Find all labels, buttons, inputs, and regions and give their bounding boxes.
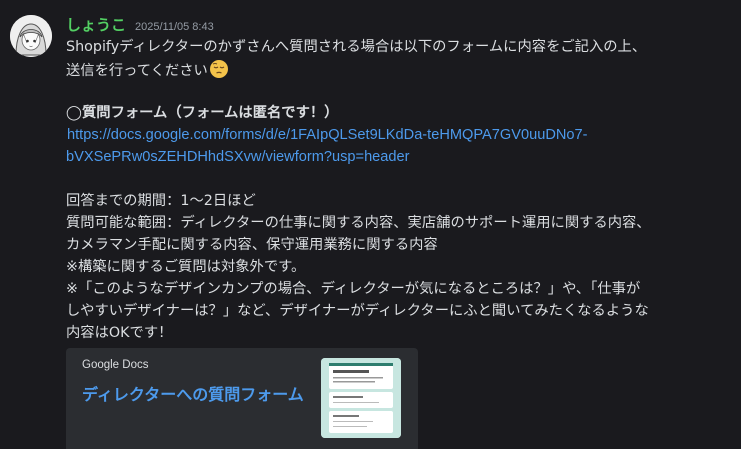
form-heading: ◯質問フォーム（フォームは匿名です！）: [66, 105, 339, 121]
message-line-with-emoji: 送信を行ってください: [66, 59, 229, 81]
google-form-preview-icon: [321, 358, 401, 438]
message-line: しやすいデザイナーは？」など、デザイナーがディレクターにふと聞いてみたくなるよう…: [66, 303, 649, 319]
embed-provider[interactable]: Google Docs: [82, 359, 148, 371]
author-name[interactable]: しょうこ: [66, 14, 126, 35]
embed-title[interactable]: ディレクターへの質問フォーム: [82, 381, 304, 405]
message-line: ※「このようなデザインカンプの場合、ディレクターが気になるところは？」や、「仕事…: [66, 281, 641, 297]
message-line: 質問可能な範囲：ディレクターの仕事に関する内容、実店舗のサポート運用に関する内容…: [66, 215, 651, 231]
pensive-face-emoji-icon: [209, 59, 229, 79]
form-link-line-1[interactable]: https://docs.google.com/forms/d/e/1FAIpQ…: [67, 125, 588, 145]
link-embed: Google Docs ディレクターへの質問フォーム: [66, 348, 418, 449]
message-header: しょうこ 2025/11/05 8:43: [66, 14, 214, 35]
message-line: 送信を行ってください: [66, 63, 208, 79]
form-link-line-2[interactable]: bVXSePRw0sZEHDHhdSXvw/viewform?usp=heade…: [66, 147, 410, 167]
message-line: 回答までの期間：1〜2日ほど: [66, 193, 256, 209]
avatar-illustration: [10, 15, 52, 57]
timestamp[interactable]: 2025/11/05 8:43: [135, 21, 214, 33]
message-line: 内容はOKです！: [66, 325, 173, 341]
embed-thumbnail[interactable]: [321, 358, 401, 438]
message-line: カメラマン手配に関する内容、保守運用業務に関する内容: [66, 237, 438, 253]
message-line: ※構築に関するご質問は対象外です。: [66, 259, 306, 275]
message-line: Shopifyディレクターのかずさんへ質問される場合は以下のフォームに内容をご記…: [66, 39, 647, 55]
avatar[interactable]: [10, 15, 52, 57]
